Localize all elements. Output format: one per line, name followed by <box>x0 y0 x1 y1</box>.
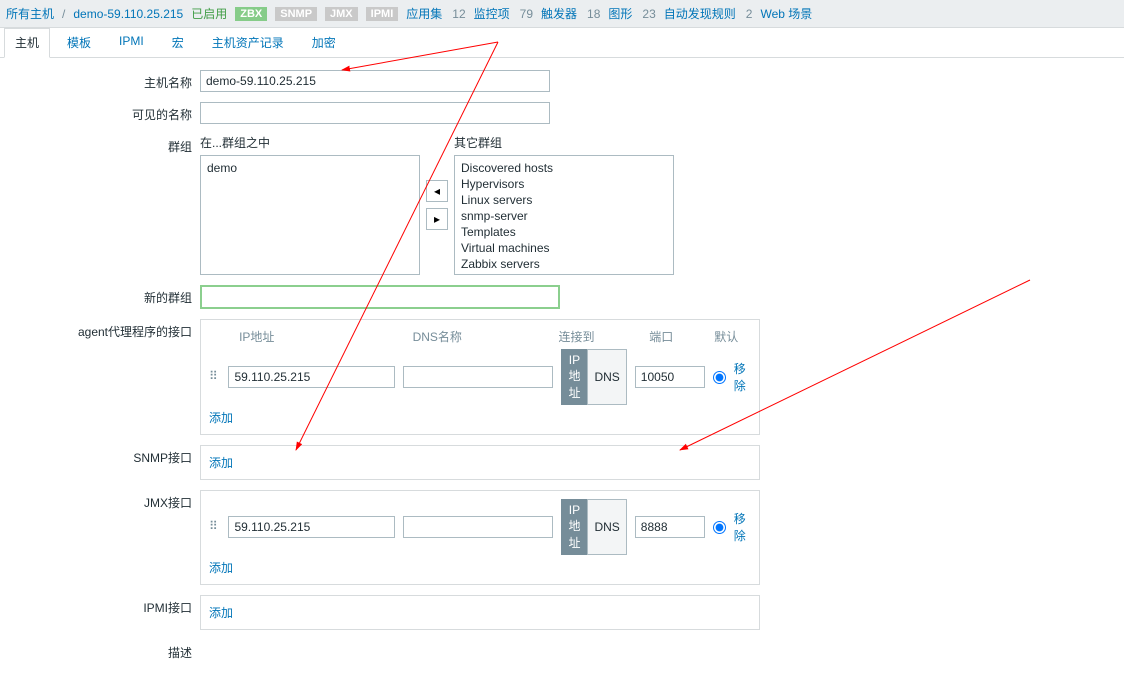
badge-zbx: ZBX <box>235 7 267 21</box>
count-triggers: 18 <box>587 7 600 21</box>
btn-agent-connect-ip[interactable]: IP地址 <box>561 349 587 405</box>
label-host-name: 主机名称 <box>0 70 200 91</box>
label-ipmi-iface: IPMI接口 <box>0 595 200 616</box>
radio-agent-default[interactable] <box>713 371 726 384</box>
link-web[interactable]: Web 场景 <box>760 5 812 22</box>
tab-templates[interactable]: 模板 <box>56 28 102 57</box>
tabs: 主机 模板 IPMI 宏 主机资产记录 加密 <box>0 28 1124 58</box>
count-items: 79 <box>520 7 533 21</box>
label-jmx-iface: JMX接口 <box>0 490 200 511</box>
label-in-groups: 在...群组之中 <box>200 134 420 151</box>
link-graphs[interactable]: 图形 <box>608 5 632 22</box>
btn-agent-connect-dns[interactable]: DNS <box>587 349 626 405</box>
input-agent-port[interactable] <box>635 366 705 388</box>
status-enabled: 已启用 <box>191 5 227 22</box>
group-option[interactable]: Discovered hosts <box>459 160 669 176</box>
col-default: 默认 <box>714 328 751 345</box>
listbox-in-groups[interactable]: demo <box>200 155 420 275</box>
input-jmx-port[interactable] <box>635 516 705 538</box>
label-new-group: 新的群组 <box>0 285 200 306</box>
btn-jmx-connect-ip[interactable]: IP地址 <box>561 499 587 555</box>
breadcrumb-all-hosts[interactable]: 所有主机 <box>6 5 54 22</box>
badge-jmx: JMX <box>325 7 358 21</box>
snmp-interface-box: 添加 <box>200 445 760 480</box>
link-snmp-add[interactable]: 添加 <box>209 456 233 470</box>
link-ipmi-add[interactable]: 添加 <box>209 606 233 620</box>
group-option[interactable]: Virtual machines <box>459 240 669 256</box>
tab-inventory[interactable]: 主机资产记录 <box>201 28 295 57</box>
input-host-name[interactable] <box>200 70 550 92</box>
count-discovery: 2 <box>746 7 753 21</box>
label-agent-iface: agent代理程序的接口 <box>0 319 200 340</box>
label-groups: 群组 <box>0 134 200 155</box>
input-new-group[interactable] <box>200 285 560 309</box>
label-other-groups: 其它群组 <box>454 134 674 151</box>
breadcrumb-separator: / <box>62 7 65 21</box>
group-option[interactable]: Hypervisors <box>459 176 669 192</box>
tab-host[interactable]: 主机 <box>4 28 50 58</box>
col-port: 端口 <box>649 328 706 345</box>
listbox-other-groups[interactable]: Discovered hostsHypervisorsLinux servers… <box>454 155 674 275</box>
link-triggers[interactable]: 触发器 <box>541 5 577 22</box>
col-ip: IP地址 <box>239 328 405 345</box>
breadcrumb-host[interactable]: demo-59.110.25.215 <box>73 7 183 21</box>
input-jmx-dns[interactable] <box>403 516 553 538</box>
col-dns: DNS名称 <box>413 328 551 345</box>
input-jmx-ip[interactable] <box>228 516 395 538</box>
count-graphs: 23 <box>642 7 655 21</box>
link-agent-remove[interactable]: 移除 <box>734 360 751 394</box>
drag-handle-icon[interactable] <box>209 369 220 385</box>
group-option[interactable]: demo <box>205 160 415 176</box>
input-visible-name[interactable] <box>200 102 550 124</box>
tab-ipmi[interactable]: IPMI <box>108 28 155 57</box>
host-form: 主机名称 可见的名称 群组 在...群组之中 demo ◂ ▸ 其它群组 Dis… <box>0 58 1124 683</box>
radio-jmx-default[interactable] <box>713 521 726 534</box>
col-connect: 连接到 <box>558 328 641 345</box>
link-agent-add[interactable]: 添加 <box>209 411 233 425</box>
tab-macros[interactable]: 宏 <box>161 28 195 57</box>
link-jmx-remove[interactable]: 移除 <box>734 510 751 544</box>
input-agent-dns[interactable] <box>403 366 553 388</box>
group-option[interactable]: Zabbix servers <box>459 256 669 272</box>
label-snmp-iface: SNMP接口 <box>0 445 200 466</box>
link-applications[interactable]: 应用集 <box>406 5 442 22</box>
badge-snmp: SNMP <box>275 7 317 21</box>
link-discovery[interactable]: 自动发现规则 <box>664 5 736 22</box>
badge-ipmi: IPMI <box>366 7 399 21</box>
breadcrumb-bar: 所有主机 / demo-59.110.25.215 已启用 ZBX SNMP J… <box>0 0 1124 28</box>
btn-jmx-connect-dns[interactable]: DNS <box>587 499 626 555</box>
btn-move-right[interactable]: ▸ <box>426 208 448 230</box>
ipmi-interface-box: 添加 <box>200 595 760 630</box>
group-option[interactable]: snmp-server <box>459 208 669 224</box>
jmx-interface-box: IP地址 DNS 移除 添加 <box>200 490 760 585</box>
tab-encryption[interactable]: 加密 <box>301 28 347 57</box>
label-desc: 描述 <box>0 640 200 661</box>
input-agent-ip[interactable] <box>228 366 395 388</box>
group-option[interactable]: Templates <box>459 224 669 240</box>
label-visible-name: 可见的名称 <box>0 102 200 123</box>
drag-handle-icon[interactable] <box>209 519 220 535</box>
count-apps: 12 <box>452 7 465 21</box>
group-option[interactable]: Linux servers <box>459 192 669 208</box>
btn-move-left[interactable]: ◂ <box>426 180 448 202</box>
agent-interface-box: IP地址 DNS名称 连接到 端口 默认 IP地址 DNS 移 <box>200 319 760 435</box>
link-jmx-add[interactable]: 添加 <box>209 561 233 575</box>
link-items[interactable]: 监控项 <box>474 5 510 22</box>
